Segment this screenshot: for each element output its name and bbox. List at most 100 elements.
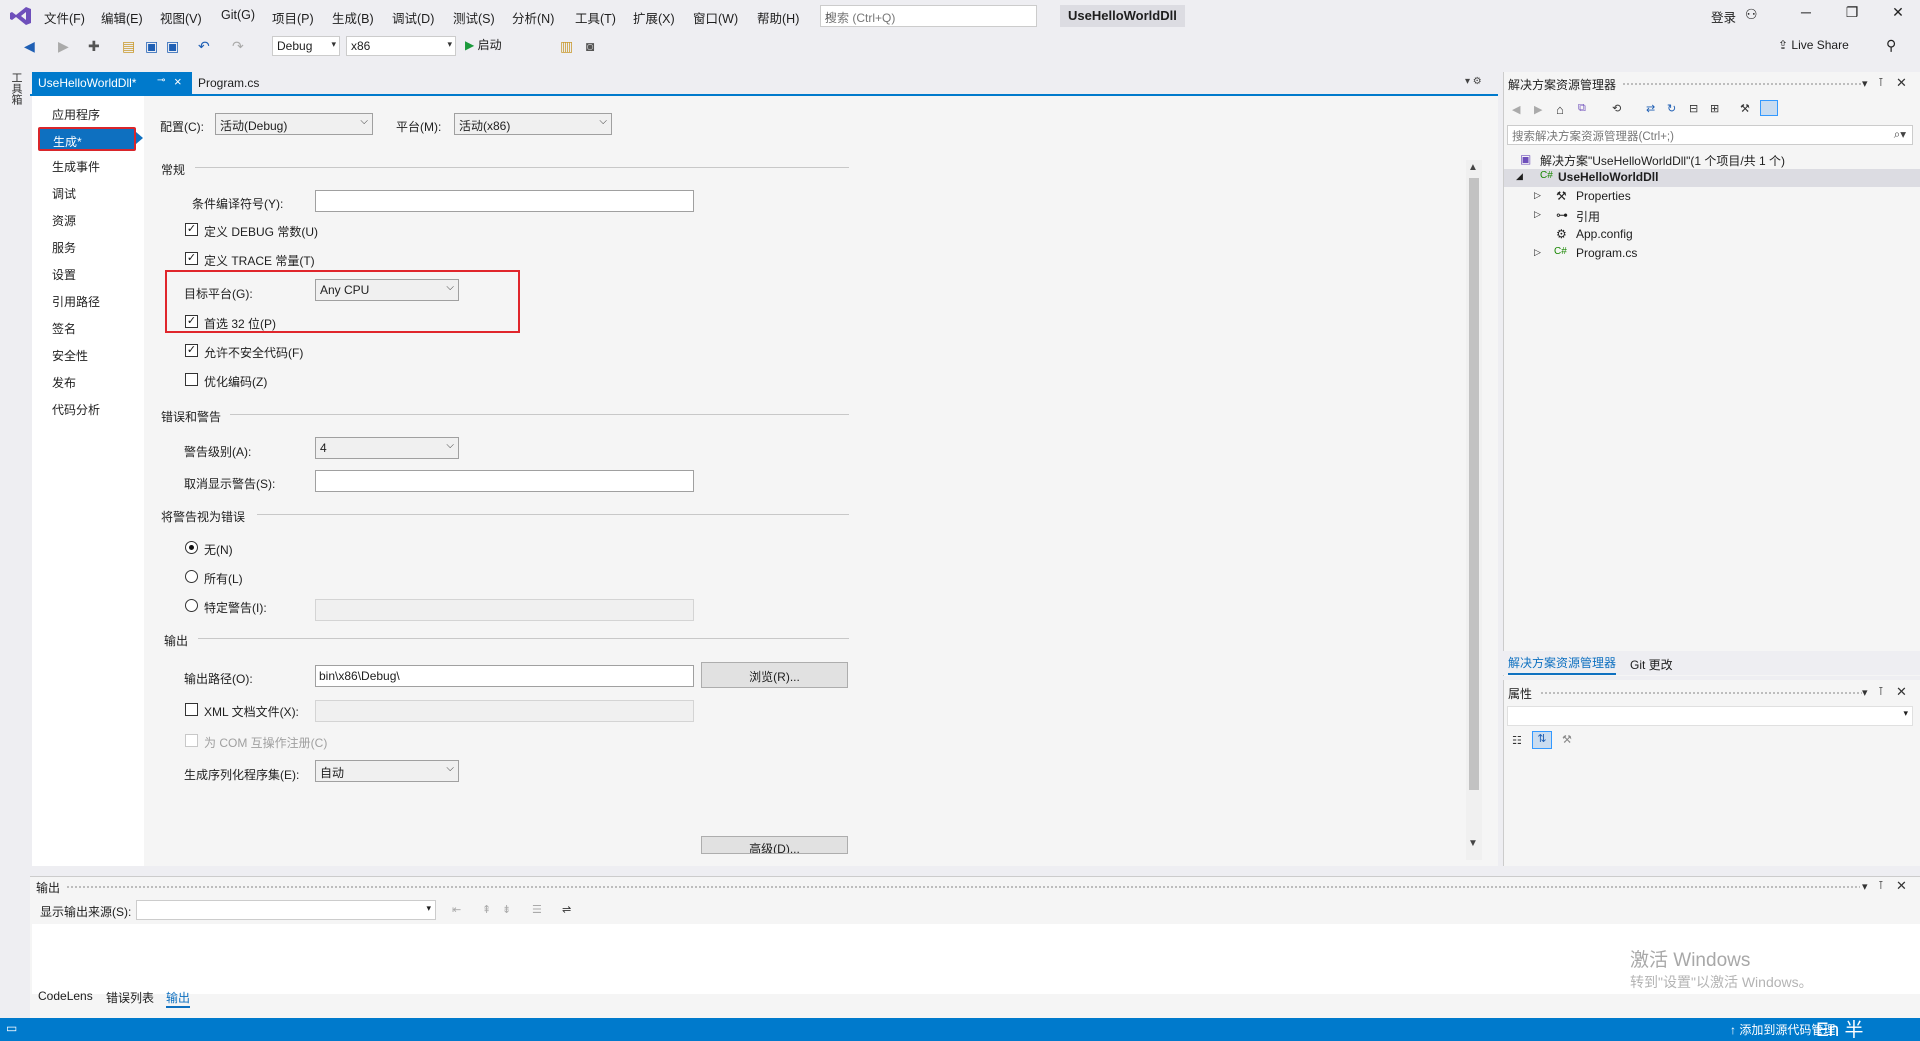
define-debug-checkbox[interactable]: ✓	[185, 223, 198, 236]
refresh-icon[interactable]: ↻	[1667, 102, 1676, 115]
unsafe-code-checkbox[interactable]: ✓	[185, 344, 198, 357]
tree-item-references[interactable]: 引用	[1576, 208, 1600, 225]
scroll-up-icon[interactable]: ▲	[1468, 162, 1478, 173]
tab-codelens[interactable]: CodeLens	[38, 989, 93, 1003]
word-wrap-icon[interactable]: ⇌	[562, 903, 571, 916]
collapse-all-icon[interactable]: ⊟	[1689, 102, 1698, 115]
panel-close-icon[interactable]: ✕	[1896, 684, 1907, 700]
screenshot-icon[interactable]: ◙	[586, 38, 594, 54]
define-trace-checkbox[interactable]: ✓	[185, 252, 198, 265]
scroll-down-icon[interactable]: ▼	[1468, 838, 1478, 849]
tab-project-properties[interactable]: UseHelloWorldDll* ⊸ ×	[32, 72, 192, 94]
menu-window[interactable]: 窗口(W)	[693, 8, 738, 27]
pin-icon[interactable]: ⊸	[157, 75, 165, 86]
nav-item-code-analysis[interactable]: 代码分析	[52, 401, 100, 418]
nav-item-build[interactable]: 生成*	[38, 127, 136, 151]
prefer32-checkbox[interactable]: ✓	[185, 315, 198, 328]
tab-output[interactable]: 输出	[166, 989, 191, 1008]
tab-program-cs[interactable]: Program.cs	[192, 72, 282, 94]
serialization-select[interactable]: 自动 ⌵	[315, 760, 459, 782]
platform-select[interactable]: 活动(x86) ⌵	[454, 113, 612, 135]
menu-file[interactable]: 文件(F)	[44, 8, 85, 27]
back-icon[interactable]: ◀	[1512, 103, 1520, 116]
menu-tools[interactable]: 工具(T)	[575, 8, 616, 27]
back-icon[interactable]: ◀	[24, 38, 35, 55]
nav-item-application[interactable]: 应用程序	[52, 106, 100, 123]
menu-help[interactable]: 帮助(H)	[757, 8, 799, 27]
undo-icon[interactable]: ↶	[198, 38, 210, 55]
tree-item-program-cs[interactable]: Program.cs	[1576, 246, 1637, 260]
property-pages-icon[interactable]: ⚒	[1562, 733, 1572, 746]
nav-item-publish[interactable]: 发布	[52, 374, 76, 391]
tree-project-node[interactable]: UseHelloWorldDll	[1558, 170, 1658, 184]
open-folder-icon[interactable]: ▤	[122, 38, 135, 55]
wrench-icon[interactable]: ⚒	[1740, 102, 1750, 115]
tree-item-app-config[interactable]: App.config	[1576, 227, 1633, 241]
nav-item-services[interactable]: 服务	[52, 239, 76, 256]
collapse-arrow-icon[interactable]: ▷	[1534, 209, 1541, 220]
menu-analyze[interactable]: 分析(N)	[512, 8, 554, 27]
output-source-select[interactable]: ▾	[136, 900, 436, 920]
live-share-button[interactable]: ⇪ Live Share	[1778, 38, 1849, 52]
radio-none[interactable]	[185, 541, 198, 554]
scrollbar-thumb[interactable]	[1469, 178, 1479, 790]
nav-item-debug[interactable]: 调试	[52, 185, 76, 202]
tab-git-changes[interactable]: Git 更改	[1630, 656, 1673, 673]
tab-error-list[interactable]: 错误列表	[106, 989, 154, 1006]
find-message-icon[interactable]: ⇤	[452, 903, 461, 916]
notification-icon[interactable]: ▭	[6, 1021, 17, 1035]
tab-overflow-icon[interactable]: ▾ ⚙	[1465, 76, 1482, 87]
tab-solution-explorer[interactable]: 解决方案资源管理器	[1508, 654, 1617, 675]
close-window-button[interactable]: ✕	[1880, 4, 1916, 28]
menu-git[interactable]: Git(G)	[221, 8, 255, 22]
minimize-button[interactable]: ─	[1788, 4, 1824, 28]
menu-debug[interactable]: 调试(D)	[392, 8, 434, 27]
panel-pin-icon[interactable]: ⊺	[1878, 685, 1884, 698]
clear-all-icon[interactable]: ☰	[532, 903, 542, 916]
prev-message-icon[interactable]: ⇞	[482, 903, 491, 916]
properties-object-select[interactable]: ▾	[1507, 706, 1913, 726]
close-tab-icon[interactable]: ×	[174, 74, 182, 89]
home-icon[interactable]: ⌂	[1556, 102, 1564, 117]
nav-item-signing[interactable]: 签名	[52, 320, 76, 337]
advanced-button[interactable]: 高级(D)...	[701, 836, 848, 854]
solution-search-input[interactable]: 搜索解决方案资源管理器(Ctrl+;) ⌕▾	[1507, 125, 1913, 145]
panel-menu-icon[interactable]: ▾	[1862, 77, 1868, 90]
start-button[interactable]: ▶ 启动	[465, 36, 502, 53]
panel-menu-icon[interactable]: ▾	[1862, 880, 1868, 893]
toolbox-tab[interactable]: 工具箱	[8, 72, 24, 105]
output-path-input[interactable]: bin\x86\Debug\	[315, 665, 694, 687]
global-search-input[interactable]: 搜索 (Ctrl+Q) ⌕	[820, 5, 1037, 27]
menu-project[interactable]: 项目(P)	[272, 8, 314, 27]
show-all-files-icon[interactable]: ⊞	[1710, 102, 1719, 115]
tree-solution-node[interactable]: 解决方案"UseHelloWorldDll"(1 个项目/共 1 个)	[1540, 152, 1785, 169]
menu-view[interactable]: 视图(V)	[160, 8, 202, 27]
config-combo[interactable]: Debug ▾	[272, 36, 340, 56]
optimize-checkbox[interactable]	[185, 373, 198, 386]
panel-close-icon[interactable]: ✕	[1896, 75, 1907, 91]
ime-indicator[interactable]: En 半	[1816, 1015, 1864, 1041]
preview-icon[interactable]	[1760, 100, 1778, 116]
login-link[interactable]: 登录	[1711, 7, 1736, 26]
panel-close-icon[interactable]: ✕	[1896, 878, 1907, 894]
account-icon[interactable]: ⚇	[1745, 6, 1758, 23]
browse-button[interactable]: 浏览(R)...	[701, 662, 848, 688]
history-icon[interactable]: ⟲	[1612, 102, 1621, 115]
save-all-icon[interactable]: ▣	[166, 38, 179, 55]
next-message-icon[interactable]: ⇟	[502, 903, 511, 916]
switch-views-icon[interactable]: ⧉	[1578, 102, 1586, 115]
forward-icon[interactable]: ▶	[58, 38, 69, 55]
folder-icon[interactable]: ▥	[560, 38, 573, 55]
forward-icon[interactable]: ▶	[1534, 103, 1542, 116]
new-project-icon[interactable]: ✚	[88, 38, 100, 55]
categorized-icon[interactable]: ☷	[1512, 734, 1522, 747]
redo-icon[interactable]: ↷	[232, 38, 244, 55]
feedback-icon[interactable]: ⚲	[1886, 37, 1896, 54]
menu-extensions[interactable]: 扩展(X)	[633, 8, 675, 27]
restore-button[interactable]: ❐	[1834, 4, 1870, 28]
expand-arrow-icon[interactable]: ◢	[1516, 171, 1523, 182]
radio-specific[interactable]	[185, 599, 198, 612]
config-select[interactable]: 活动(Debug) ⌵	[215, 113, 373, 135]
radio-all[interactable]	[185, 570, 198, 583]
menu-build[interactable]: 生成(B)	[332, 8, 374, 27]
